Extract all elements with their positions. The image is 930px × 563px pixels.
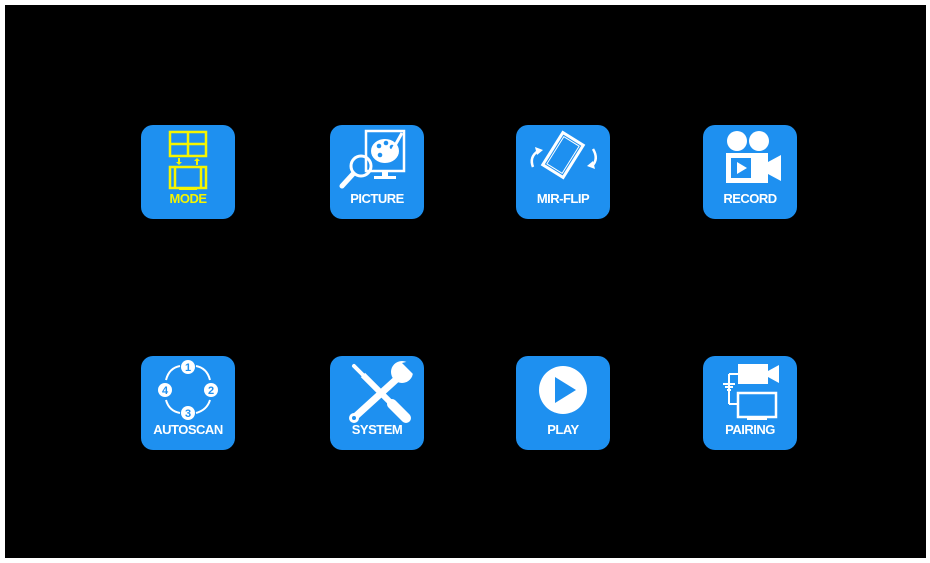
mir-flip-label: MIR-FLIP <box>536 191 590 206</box>
system-button[interactable]: SYSTEM <box>330 356 424 450</box>
picture-button[interactable]: PICTURE <box>330 125 424 219</box>
record-button[interactable]: RECORD <box>703 125 797 219</box>
mir-flip-button[interactable]: MIR-FLIP <box>516 125 610 219</box>
system-label: SYSTEM <box>351 422 403 437</box>
autoscan-button[interactable]: 1 2 3 4 AUTOSCAN <box>141 356 235 450</box>
svg-text:4: 4 <box>162 385 169 397</box>
pairing-button[interactable]: PAIRING <box>703 356 797 450</box>
svg-text:3: 3 <box>185 408 191 420</box>
menu-screen: MODE PICTURE MIR-FLIP RECORD 1 2 3 4 AUT… <box>5 5 926 558</box>
record-label: RECORD <box>723 191 777 206</box>
mode-label: MODE <box>169 191 208 206</box>
play-label: PLAY <box>547 422 579 437</box>
svg-text:1: 1 <box>185 362 191 374</box>
autoscan-label: AUTOSCAN <box>153 422 223 437</box>
play-button[interactable]: PLAY <box>516 356 610 450</box>
picture-label: PICTURE <box>350 191 404 206</box>
pairing-label: PAIRING <box>725 422 775 437</box>
svg-text:2: 2 <box>208 385 214 397</box>
mode-button[interactable]: MODE <box>141 125 235 219</box>
